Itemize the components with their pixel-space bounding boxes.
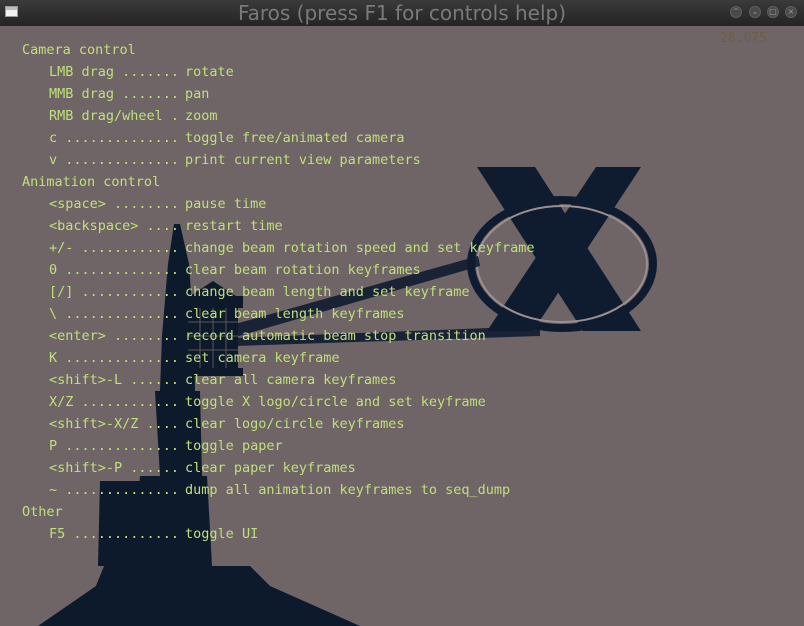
help-row: +/- ............ change beam rotation spe… xyxy=(22,237,535,259)
shortcut-desc: zoom xyxy=(185,108,218,124)
shortcut-key: 0 .............. xyxy=(49,262,180,278)
shortcut-key: <shift>-X/Z .... xyxy=(49,416,180,432)
shortcut-desc: set camera keyframe xyxy=(185,350,340,366)
help-row: ~ .............. dump all animation keyfr… xyxy=(22,479,535,501)
help-row: c .............. toggle free/animated cam… xyxy=(22,127,535,149)
help-row: <shift>-L ...... clear all camera keyfram… xyxy=(22,369,535,391)
shortcut-key: K .............. xyxy=(49,350,180,366)
shortcut-desc: change beam length and set keyframe xyxy=(185,284,470,300)
shortcut-key: <shift>-P ...... xyxy=(49,460,180,476)
shortcut-key: <backspace> .... xyxy=(49,218,180,234)
render-viewport[interactable]: 28.075 Camera control LMB drag ....... ro… xyxy=(0,26,804,626)
shortcut-key: [/] ............ xyxy=(49,284,180,300)
shortcut-desc: pan xyxy=(185,86,210,102)
shortcut-desc: clear beam length keyframes xyxy=(185,306,405,322)
help-row: <shift>-X/Z .... clear logo/circle keyfra… xyxy=(22,413,535,435)
help-row: v .............. print current view param… xyxy=(22,149,535,171)
help-row: <enter> ........ record automatic beam st… xyxy=(22,325,535,347)
shortcut-key: v .............. xyxy=(49,152,180,168)
controls-help: Camera control LMB drag ....... rotate MM… xyxy=(22,39,535,545)
window-title: Faros (press F1 for controls help) xyxy=(237,1,567,25)
shortcut-key: c .............. xyxy=(49,130,180,146)
maximize-button[interactable]: □ xyxy=(767,6,779,18)
shortcut-key: <space> ........ xyxy=(49,196,180,212)
help-row: <shift>-P ...... clear paper keyframes xyxy=(22,457,535,479)
title-bar[interactable]: Faros (press F1 for controls help) ⌃ ⌄ □… xyxy=(0,0,804,27)
shortcut-key: P .............. xyxy=(49,438,180,454)
shortcut-key: MMB drag ....... xyxy=(49,86,180,102)
shortcut-key: \ .............. xyxy=(49,306,180,322)
shortcut-desc: toggle paper xyxy=(185,438,283,454)
shortcut-key: LMB drag ....... xyxy=(49,64,180,80)
section-title: Camera control xyxy=(22,42,136,58)
shortcut-desc: pause time xyxy=(185,196,267,212)
shortcut-desc: clear beam rotation keyframes xyxy=(185,262,421,278)
help-row: RMB drag/wheel . zoom xyxy=(22,105,535,127)
close-button[interactable]: × xyxy=(785,6,797,18)
help-row: F5 ............. toggle UI xyxy=(22,523,535,545)
help-row: [/] ............ change beam length and s… xyxy=(22,281,535,303)
section-title: Other xyxy=(22,504,63,520)
shortcut-key: <shift>-L ...... xyxy=(49,372,180,388)
shortcut-desc: restart time xyxy=(185,218,283,234)
minimize-button[interactable]: ⌄ xyxy=(749,6,761,18)
shortcut-desc: clear logo/circle keyframes xyxy=(185,416,405,432)
shortcut-desc: toggle UI xyxy=(185,526,259,542)
section-title: Animation control xyxy=(22,174,161,190)
shortcut-key: F5 ............. xyxy=(49,526,180,542)
help-row: LMB drag ....... rotate xyxy=(22,61,535,83)
help-row: P .............. toggle paper xyxy=(22,435,535,457)
shortcut-desc: toggle X logo/circle and set keyframe xyxy=(185,394,486,410)
shortcut-key: +/- ............ xyxy=(49,240,180,256)
shortcut-desc: print current view parameters xyxy=(185,152,421,168)
shortcut-desc: change beam rotation speed and set keyfr… xyxy=(185,240,535,256)
shortcut-desc: record automatic beam stop transition xyxy=(185,328,486,344)
shortcut-desc: dump all animation keyframes to seq_dump xyxy=(185,482,511,498)
shortcut-desc: toggle free/animated camera xyxy=(185,130,405,146)
shortcut-key: <enter> ........ xyxy=(49,328,180,344)
help-row: K .............. set camera keyframe xyxy=(22,347,535,369)
help-row: <space> ........ pause time xyxy=(22,193,535,215)
help-row: X/Z ............ toggle X logo/circle and… xyxy=(22,391,535,413)
shortcut-key: RMB drag/wheel . xyxy=(49,108,180,124)
help-row: \ .............. clear beam length keyfra… xyxy=(22,303,535,325)
shortcut-desc: rotate xyxy=(185,64,234,80)
collapse-button[interactable]: ⌃ xyxy=(730,6,742,18)
fps-counter: 28.075 xyxy=(720,31,767,46)
shortcut-desc: clear all camera keyframes xyxy=(185,372,397,388)
shortcut-key: ~ .............. xyxy=(49,482,180,498)
help-row: MMB drag ....... pan xyxy=(22,83,535,105)
shortcut-key: X/Z ............ xyxy=(49,394,180,410)
help-row: <backspace> .... restart time xyxy=(22,215,535,237)
help-row: 0 .............. clear beam rotation keyf… xyxy=(22,259,535,281)
shortcut-desc: clear paper keyframes xyxy=(185,460,356,476)
